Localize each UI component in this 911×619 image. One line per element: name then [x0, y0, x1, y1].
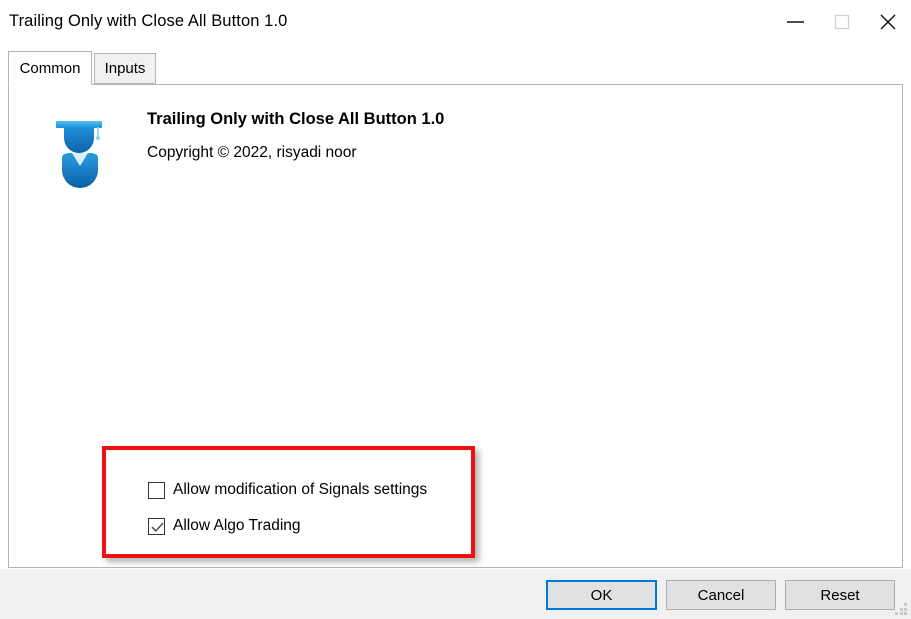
close-icon: [877, 11, 899, 33]
reset-button[interactable]: Reset: [785, 580, 895, 610]
maximize-icon: [831, 11, 853, 33]
maximize-button[interactable]: [819, 0, 865, 44]
allow-signals-modification-row[interactable]: Allow modification of Signals settings: [148, 481, 427, 499]
cancel-button[interactable]: Cancel: [666, 580, 776, 610]
tab-common-label: Common: [19, 59, 81, 77]
expert-advisor-graduate-icon: [48, 112, 112, 190]
allow-signals-modification-label: Allow modification of Signals settings: [173, 481, 428, 498]
ok-button-label: OK: [590, 586, 613, 604]
expert-advisor-copyright: Copyright © 2022, risyadi noor: [147, 144, 357, 161]
minimize-button[interactable]: [773, 0, 819, 44]
cancel-button-label: Cancel: [697, 586, 745, 604]
resize-grip[interactable]: [895, 603, 908, 616]
common-tab-panel: [8, 84, 903, 568]
expert-advisor-name: Trailing Only with Close All Button 1.0: [147, 110, 445, 128]
allow-algo-trading-label: Allow Algo Trading: [173, 517, 301, 534]
reset-button-label: Reset: [820, 586, 860, 604]
tab-strip: Common Inputs: [8, 51, 903, 85]
tab-inputs[interactable]: Inputs: [94, 53, 156, 84]
allow-signals-modification-checkbox[interactable]: [148, 481, 165, 499]
window-title: Trailing Only with Close All Button 1.0: [9, 12, 288, 30]
minimize-icon: [781, 16, 811, 28]
ok-button[interactable]: OK: [546, 580, 657, 610]
close-button[interactable]: [865, 0, 911, 44]
allow-algo-trading-checkbox[interactable]: [148, 517, 165, 535]
tab-common[interactable]: Common: [8, 51, 92, 85]
title-bar: Trailing Only with Close All Button 1.0: [0, 0, 911, 44]
tab-inputs-label: Inputs: [104, 60, 146, 77]
allow-algo-trading-row[interactable]: Allow Algo Trading: [148, 517, 301, 535]
caption-button-group: [773, 0, 911, 44]
